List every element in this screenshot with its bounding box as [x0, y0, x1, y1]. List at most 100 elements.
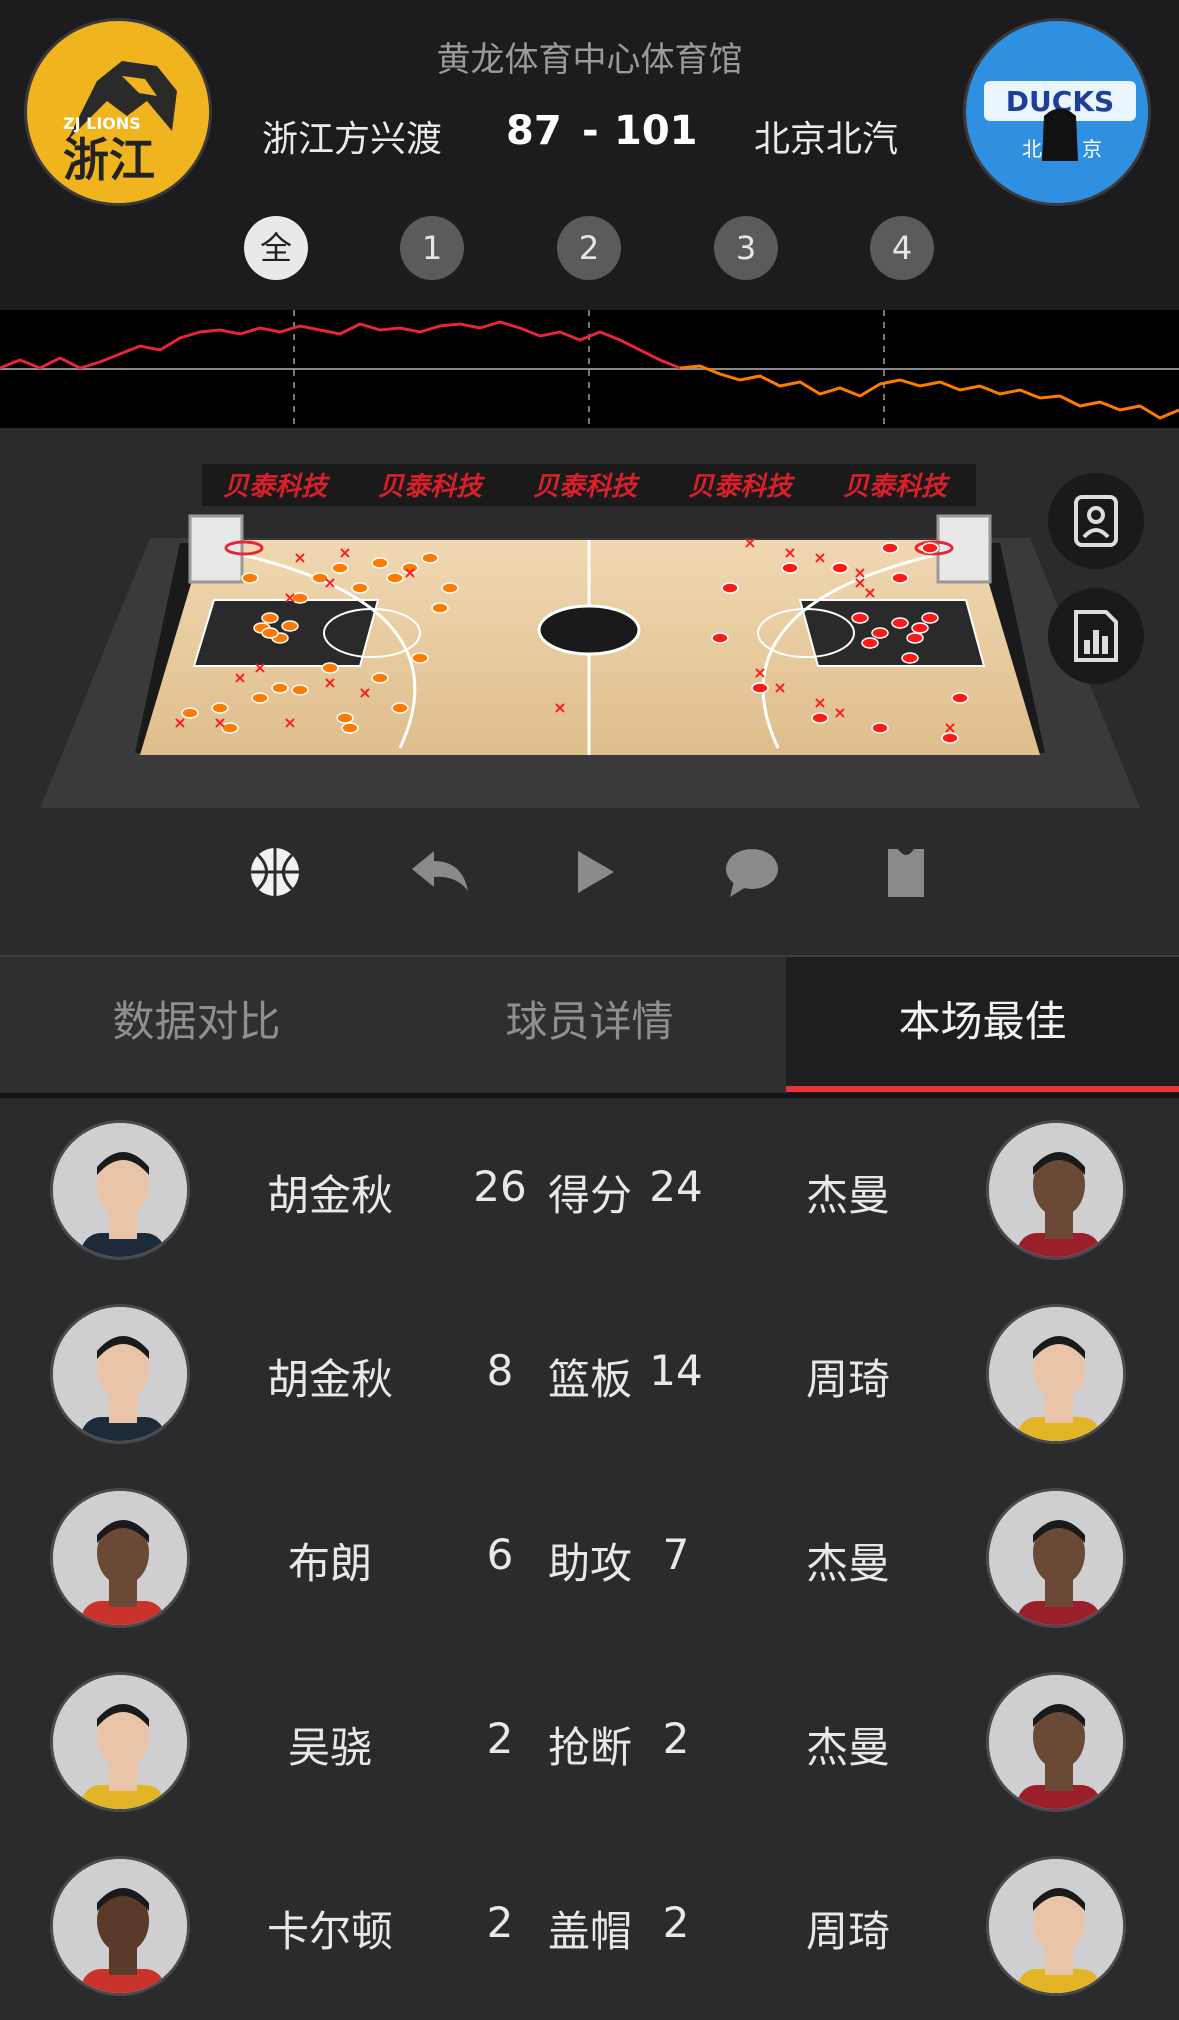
quarter-tab-2[interactable]: 2	[557, 216, 621, 280]
made-shot-marker	[371, 672, 389, 684]
made-shot-marker	[386, 572, 404, 584]
stat-category: 助攻	[547, 1539, 632, 1588]
made-shot-marker	[211, 702, 229, 714]
missed-shot-marker: ×	[743, 533, 756, 552]
made-shot-marker	[861, 637, 879, 649]
right-player-name[interactable]: 周琦	[758, 1898, 938, 1959]
score-separator: -	[582, 108, 599, 154]
made-shot-marker	[441, 582, 459, 594]
right-player-name[interactable]: 杰曼	[758, 1714, 938, 1775]
ad-board-4: 贝泰科技	[688, 472, 796, 502]
missed-shot-marker: ×	[943, 718, 956, 737]
best-stat-row[interactable]: 布朗 6 助攻 7 杰曼	[0, 1468, 1179, 1652]
right-player-name[interactable]: 周琦	[758, 1346, 938, 1407]
made-shot-marker	[411, 652, 429, 664]
left-stat-value: 8	[486, 1346, 514, 1395]
basketball-icon[interactable]	[248, 845, 302, 903]
left-player-name[interactable]: 吴骁	[240, 1714, 420, 1775]
made-shot-marker	[911, 622, 929, 634]
made-shot-marker	[261, 627, 279, 639]
comment-icon[interactable]	[724, 845, 780, 903]
missed-shot-marker: ×	[233, 668, 246, 687]
home-logo-text: 浙江	[63, 133, 155, 187]
made-shot-marker	[871, 722, 889, 734]
left-stat-value: 6	[486, 1530, 514, 1579]
home-team-name[interactable]: 浙江方兴渡	[262, 110, 442, 162]
missed-shot-marker: ×	[853, 563, 866, 582]
tab-data-compare[interactable]: 数据对比	[0, 957, 393, 1095]
made-shot-marker	[711, 632, 729, 644]
missed-shot-marker: ×	[753, 663, 766, 682]
best-stat-row[interactable]: 卡尔顿 2 盖帽 2 周琦	[0, 1836, 1179, 2020]
left-player-avatar[interactable]	[50, 1120, 190, 1260]
away-team-name[interactable]: 北京北汽	[754, 110, 898, 162]
made-shot-marker	[811, 712, 829, 724]
right-player-name[interactable]: 杰曼	[758, 1530, 938, 1591]
left-player-avatar[interactable]	[50, 1304, 190, 1444]
undo-icon[interactable]	[408, 845, 472, 903]
stat-category: 抢断	[547, 1723, 632, 1772]
missed-shot-marker: ×	[358, 683, 371, 702]
made-shot-marker	[351, 582, 369, 594]
right-player-avatar[interactable]	[986, 1304, 1126, 1444]
play-icon[interactable]	[574, 845, 618, 903]
missed-shot-marker: ×	[863, 583, 876, 602]
missed-shot-marker: ×	[773, 678, 786, 697]
left-player-name[interactable]: 卡尔顿	[240, 1898, 420, 1959]
right-player-avatar[interactable]	[986, 1672, 1126, 1812]
made-shot-marker	[891, 572, 909, 584]
best-stat-row[interactable]: 胡金秋 8 篮板 14 周琦	[0, 1284, 1179, 1468]
tab-divider	[0, 1093, 1179, 1098]
left-player-avatar[interactable]	[50, 1488, 190, 1628]
right-player-avatar[interactable]	[986, 1488, 1126, 1628]
quarter-tab-3[interactable]: 3	[714, 216, 778, 280]
made-shot-marker	[751, 682, 769, 694]
missed-shot-marker: ×	[833, 703, 846, 722]
made-shot-marker	[421, 552, 439, 564]
made-shot-marker	[871, 627, 889, 639]
player-view-button[interactable]	[1048, 473, 1144, 569]
quarter-tab-4[interactable]: 4	[870, 216, 934, 280]
left-player-name[interactable]: 胡金秋	[240, 1162, 420, 1223]
made-shot-marker	[321, 662, 339, 674]
missed-shot-marker: ×	[283, 588, 296, 607]
left-stat-value: 26	[473, 1162, 527, 1211]
best-stat-row[interactable]: 胡金秋 26 得分 24 杰曼	[0, 1100, 1179, 1284]
right-stat-value: 2	[662, 1714, 690, 1763]
right-stat-value: 24	[649, 1162, 703, 1211]
away-score: 101	[614, 108, 698, 154]
stats-tab-bar: 数据对比 球员详情 本场最佳	[0, 955, 1179, 1095]
right-player-avatar[interactable]	[986, 1120, 1126, 1260]
made-shot-marker	[251, 692, 269, 704]
quarter-tab-all[interactable]: 全	[244, 216, 308, 280]
made-shot-marker	[891, 617, 909, 629]
ad-board-5: 贝泰科技	[843, 472, 951, 502]
made-shot-marker	[851, 612, 869, 624]
left-player-name[interactable]: 布朗	[240, 1530, 420, 1591]
right-player-avatar[interactable]	[986, 1856, 1126, 1996]
made-shot-marker	[331, 562, 349, 574]
active-tab-indicator	[786, 1086, 1179, 1092]
tab-player-details[interactable]: 球员详情	[393, 957, 786, 1095]
away-logo-left-char: 北	[1022, 137, 1042, 161]
left-player-avatar[interactable]	[50, 1672, 190, 1812]
court-svg: 贝泰科技 贝泰科技 贝泰科技 贝泰科技 贝泰科技 ×××××××××××× ××…	[40, 464, 1140, 808]
made-shot-marker	[291, 684, 309, 696]
jersey-icon[interactable]	[884, 845, 928, 903]
made-shot-marker	[391, 702, 409, 714]
made-shot-marker	[241, 572, 259, 584]
left-player-name[interactable]: 胡金秋	[240, 1346, 420, 1407]
missed-shot-marker: ×	[403, 563, 416, 582]
away-team-logo[interactable]: DUCKS 北 京	[963, 18, 1151, 206]
left-player-avatar[interactable]	[50, 1856, 190, 1996]
tab-best-of-game[interactable]: 本场最佳	[786, 957, 1179, 1095]
game-header: ZJ LIONS 浙江 黄龙体育中心体育馆 浙江方兴渡 87 - 101 北京北…	[0, 0, 1179, 310]
person-card-icon	[1074, 495, 1118, 547]
stats-view-button[interactable]	[1048, 588, 1144, 684]
quarter-tab-1[interactable]: 1	[400, 216, 464, 280]
made-shot-marker	[951, 692, 969, 704]
right-player-name[interactable]: 杰曼	[758, 1162, 938, 1223]
made-shot-marker	[281, 620, 299, 632]
best-stat-row[interactable]: 吴骁 2 抢断 2 杰曼	[0, 1652, 1179, 1836]
made-shot-marker	[261, 612, 279, 624]
